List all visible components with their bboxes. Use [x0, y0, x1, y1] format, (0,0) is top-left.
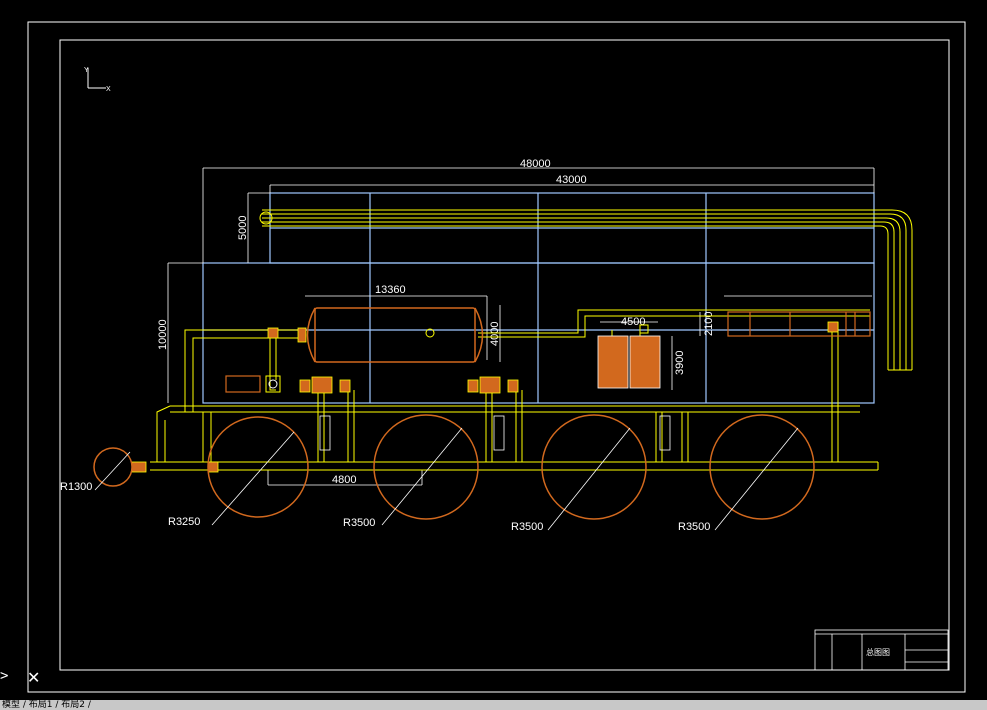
- ucs-y-label: Y: [84, 67, 89, 74]
- radius-small: R1300: [60, 481, 92, 493]
- radius-cell-3: R3500: [511, 521, 543, 533]
- dim-overall-length: 48000: [520, 158, 551, 170]
- radius-cell-4: R3500: [678, 521, 710, 533]
- dim-cell-spacing: 4800: [332, 474, 356, 486]
- dim-tank-diameter: 4000: [489, 322, 501, 346]
- close-icon[interactable]: ✕: [27, 668, 40, 687]
- dim-box-height: 3900: [674, 351, 686, 375]
- layout-tabs[interactable]: 模型 / 布局1 / 布局2 /: [0, 700, 91, 710]
- dim-box-width: 4500: [621, 316, 645, 328]
- dim-upper-height: 5000: [237, 216, 249, 240]
- ucs-icon: Y X: [84, 67, 111, 93]
- dim-frame-length: 43000: [556, 174, 587, 186]
- title-block-name: 总图图: [866, 647, 890, 657]
- building-frame: [202, 192, 875, 404]
- storage-tank: [306, 307, 484, 363]
- cad-drawing-canvas[interactable]: Y X 48000 43000 5000 10000 13360 4000 45…: [0, 0, 987, 700]
- valve-group: [131, 321, 839, 473]
- top-pipe-bundle: [259, 209, 913, 371]
- dimension-lines: [167, 167, 875, 486]
- equipment-box: [597, 324, 661, 389]
- sheet-border-outer: [27, 21, 966, 693]
- command-prompt[interactable]: >: [0, 668, 8, 684]
- circular-tanks: [93, 414, 815, 520]
- dim-tank-length: 13360: [375, 284, 406, 296]
- radius-cell-2: R3500: [343, 517, 375, 529]
- radius-cell-1: R3250: [168, 516, 200, 528]
- layout-tabs-bar[interactable]: 模型 / 布局1 / 布局2 /: [0, 700, 987, 710]
- ucs-x-label: X: [106, 86, 111, 93]
- dim-total-height: 10000: [157, 319, 169, 350]
- dim-right-height: 2100: [703, 312, 715, 336]
